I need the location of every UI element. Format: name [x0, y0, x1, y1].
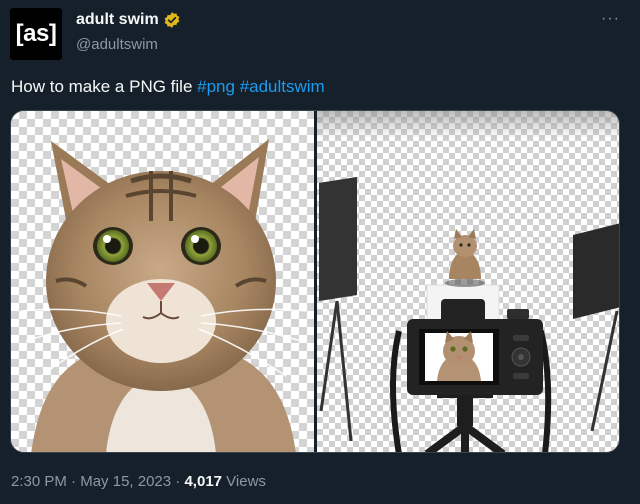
views-count[interactable]: 4,017: [184, 473, 222, 490]
author-handle[interactable]: @adultswim: [76, 36, 158, 53]
hashtag-adultswim[interactable]: #adultswim: [240, 77, 325, 96]
tweet-date[interactable]: May 15, 2023: [80, 473, 171, 490]
tweet-body-text: How to make a PNG file: [11, 77, 198, 96]
views-label: Views: [222, 473, 266, 490]
hashtag-png[interactable]: #png: [197, 77, 235, 96]
tweet-meta: 2:30 PM · May 15, 2023 · 4,017 Views: [11, 473, 266, 490]
meta-separator: ·: [171, 473, 185, 490]
photo-studio-camera-image[interactable]: [317, 111, 619, 452]
display-name[interactable]: adult swim: [76, 11, 159, 29]
media-grid: [10, 110, 620, 453]
more-options-icon[interactable]: ···: [601, 10, 620, 28]
meta-separator: ·: [66, 473, 81, 490]
avatar[interactable]: [as]: [10, 8, 62, 60]
studio-scene-illustration: [317, 111, 619, 452]
cat-cutout-image[interactable]: [11, 111, 314, 452]
author-name-row[interactable]: adult swim: [76, 11, 181, 29]
avatar-logo-text: [as]: [15, 20, 57, 47]
verified-badge-icon: [163, 11, 181, 29]
cat-portrait-illustration: [20, 139, 307, 452]
tweet-card: [as] adult swim @adultswim ··· How to ma…: [0, 0, 640, 504]
tweet-time[interactable]: 2:30 PM: [11, 473, 67, 490]
tweet-text: How to make a PNG file #png #adultswim: [11, 77, 325, 97]
